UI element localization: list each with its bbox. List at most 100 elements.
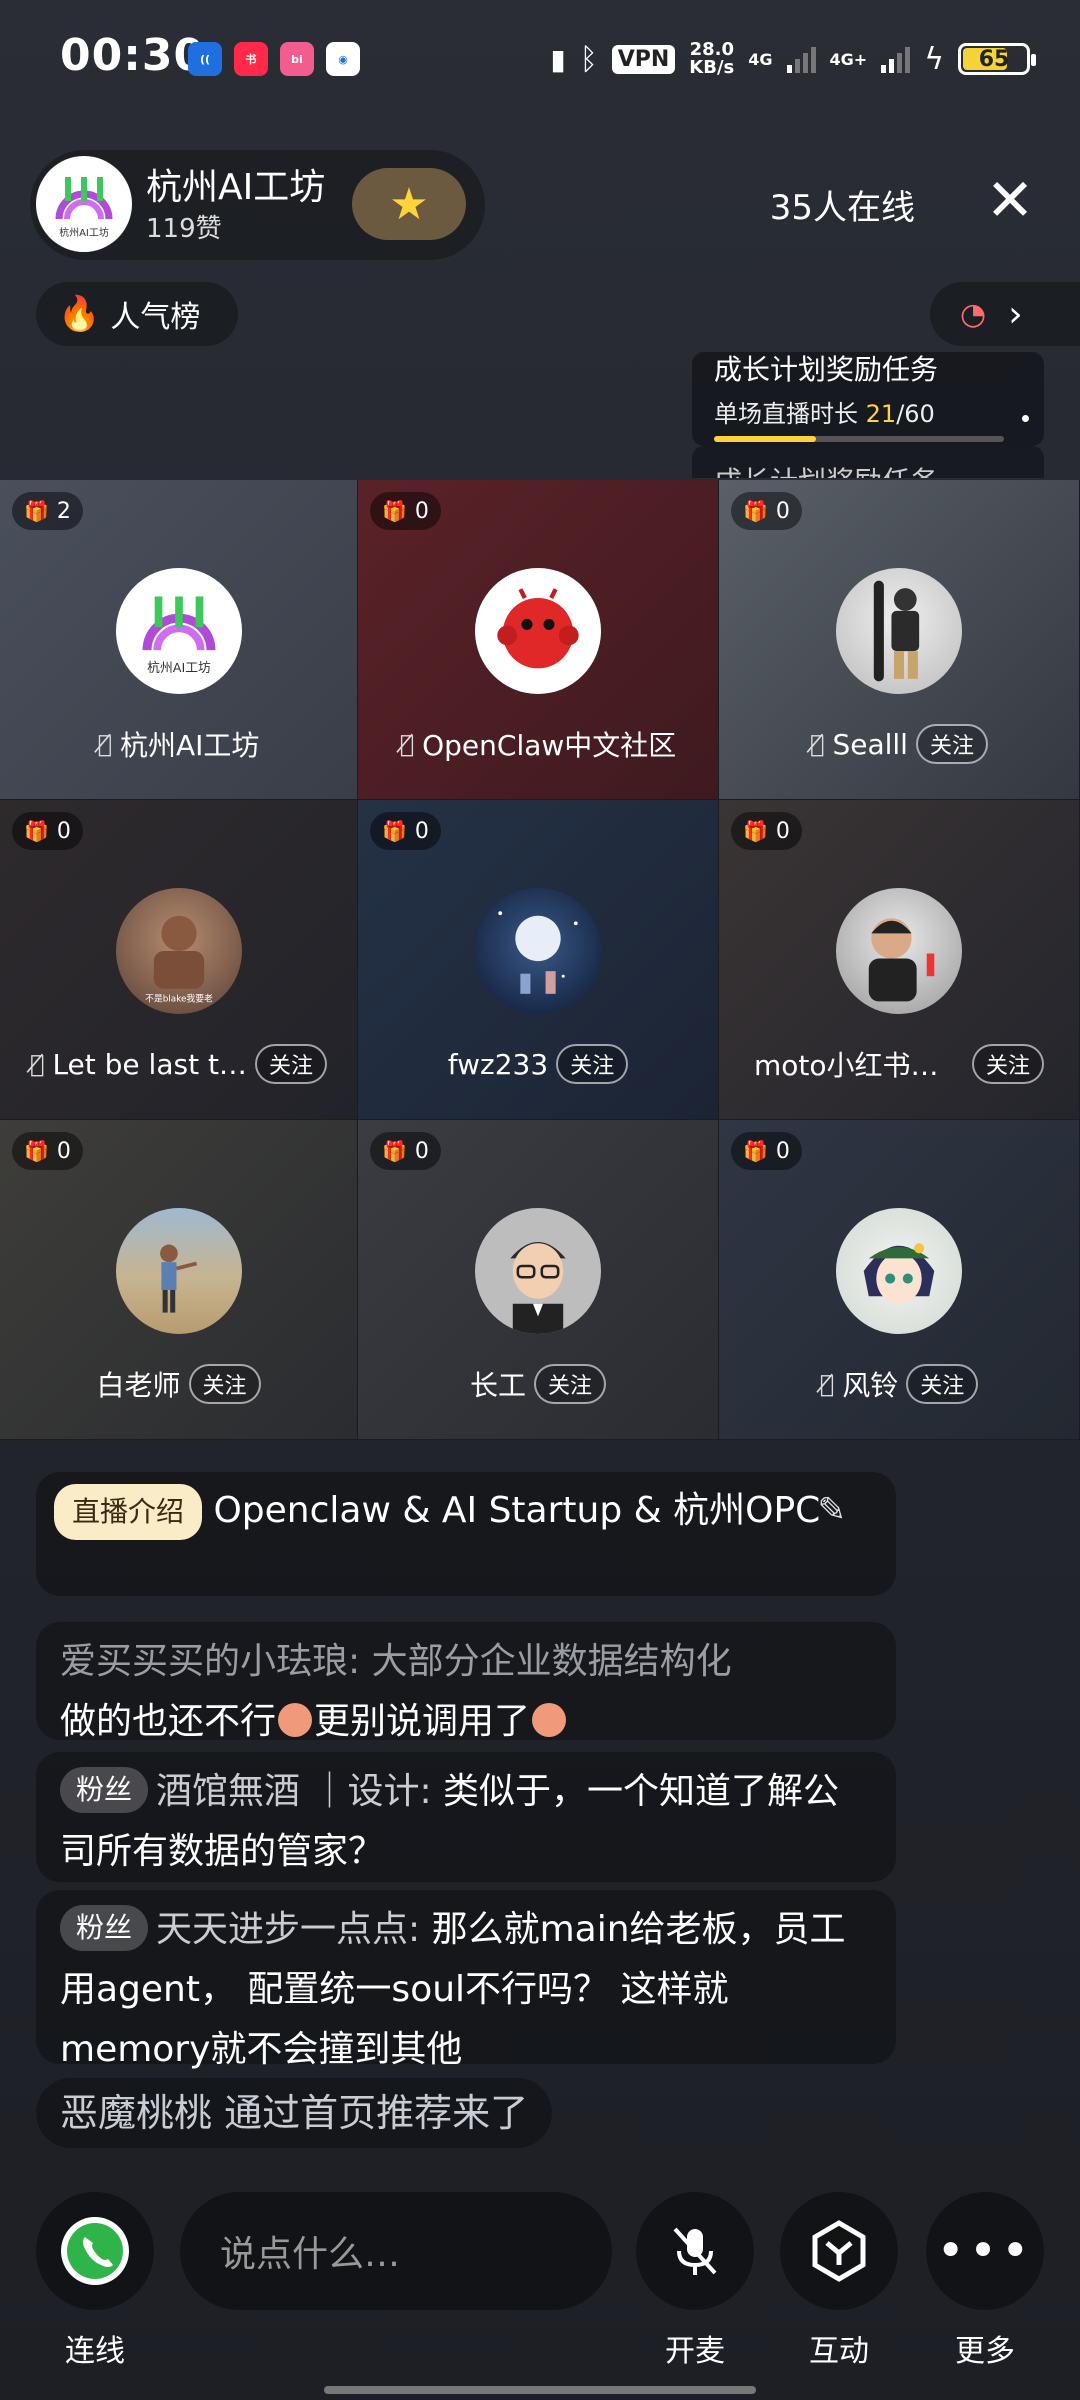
edit-icon[interactable]: ✎ bbox=[818, 1490, 847, 1530]
mic-off-icon: 🎙̸ bbox=[97, 730, 112, 758]
bilibili-icon: bi bbox=[280, 42, 314, 76]
participant-tile[interactable]: 🎁 0 moto小红书非… 关注 bbox=[719, 800, 1080, 1120]
interact-button[interactable] bbox=[780, 2192, 898, 2310]
xiaohongshu-icon: 书 bbox=[234, 42, 268, 76]
mic-button[interactable] bbox=[636, 2192, 754, 2310]
gift-count-badge: 🎁 0 bbox=[12, 812, 83, 850]
interact-label: 互动 bbox=[809, 2334, 869, 2369]
popularity-label: 人气榜 bbox=[110, 300, 201, 335]
participant-tile[interactable]: 🎁 0 fwz233 关注 bbox=[358, 800, 719, 1120]
avatar bbox=[475, 1208, 601, 1334]
participant-name: 杭州AI工坊 bbox=[119, 729, 260, 762]
participant-tile[interactable]: 🎁 0 不是blake我要老 🎙̸ Let be last t… 关注 bbox=[0, 800, 358, 1120]
chat-user: 天天进步一点点: bbox=[156, 1909, 432, 1950]
more-icon: ••• bbox=[936, 2223, 1034, 2279]
gift-count-badge: 🎁 0 bbox=[731, 492, 802, 530]
participant-tile[interactable]: 🎁 2 杭州AI工坊 🎙̸ 杭州AI工坊 bbox=[0, 480, 358, 800]
network-status-button[interactable]: ◔ › bbox=[930, 282, 1080, 346]
person-photo-icon bbox=[159, 1244, 197, 1313]
gift-count-badge: 🎁 0 bbox=[731, 812, 802, 850]
anime-character-icon bbox=[863, 1243, 935, 1304]
gift-icon: 🎁 bbox=[382, 819, 407, 843]
entry-notification: 恶魔桃桃 通过首页推荐来了 bbox=[36, 2078, 553, 2148]
connect-label: 连线 bbox=[65, 2334, 125, 2369]
follow-button[interactable]: 关注 bbox=[534, 1364, 607, 1404]
chat-text: 大部分企业数据结构化 bbox=[371, 1641, 732, 1682]
avatar bbox=[836, 1208, 962, 1334]
follow-button[interactable]: 关注 bbox=[254, 1044, 327, 1084]
avatar bbox=[115, 1208, 242, 1334]
growth-task-card[interactable]: 成长计划奖励任务 单场直播时长 21/60 bbox=[692, 352, 1044, 446]
status-time: 00:30 bbox=[60, 30, 206, 81]
task-next-title: 成长计划奖励任务 bbox=[714, 460, 938, 478]
signal-icon-2 bbox=[881, 45, 911, 73]
vpn-badge: VPN bbox=[611, 44, 676, 74]
gift-icon: 🎁 bbox=[382, 499, 407, 523]
moon-icon bbox=[498, 911, 578, 994]
chat-message[interactable]: 粉丝 酒馆無酒 ｜设计: 类似于，一个知道了解公司所有数据的管家？ bbox=[36, 1752, 896, 1882]
participant-name: Let be last t… bbox=[52, 1047, 247, 1081]
svg-text:不是blake我要老: 不是blake我要老 bbox=[145, 992, 213, 1004]
participant-name-row: 🎙̸ Sealll 关注 bbox=[719, 724, 1079, 764]
status-bar: 00:30 (( 书 bi ◉ ▮ ᛒ VPN 28.0 KB/s 4G 4G+ … bbox=[0, 0, 1080, 110]
person-snowboard-icon bbox=[873, 580, 920, 682]
person-photo-icon: 不是blake我要老 bbox=[145, 915, 213, 1004]
app-notification-icon: (( bbox=[188, 42, 222, 76]
gift-icon: 🎁 bbox=[743, 819, 768, 843]
participant-tile[interactable]: 🎁 0 白老师 关注 bbox=[0, 1120, 358, 1440]
chat-user: 酒馆無酒 ｜设计: bbox=[156, 1771, 444, 1812]
follow-button[interactable]: 关注 bbox=[556, 1044, 629, 1084]
chat-text-cont-2: 更别说调用了 bbox=[314, 1701, 531, 1742]
participant-name-row: 🎙̸ Let be last t… 关注 bbox=[0, 1044, 357, 1084]
popularity-rank-button[interactable]: 🔥 人气榜 bbox=[36, 282, 238, 346]
fan-badge: 粉丝 bbox=[60, 1767, 149, 1813]
gift-count-badge: 🎁 0 bbox=[731, 1132, 802, 1170]
gift-icon: 🎁 bbox=[743, 1139, 768, 1163]
room-avatar[interactable]: 杭州AI工坊 bbox=[36, 156, 132, 252]
mic-off-icon: 🎙̸ bbox=[30, 1050, 45, 1078]
follow-button[interactable]: 关注 bbox=[188, 1364, 261, 1404]
connect-button[interactable] bbox=[36, 2192, 154, 2310]
participant-tile[interactable]: 🎁 0 长工 关注 bbox=[358, 1120, 719, 1440]
chat-message[interactable]: 爱买买买的小珐琅: 大部分企业数据结构化 做的也还不行 更别说调用了 bbox=[36, 1622, 896, 1742]
phone-icon bbox=[61, 2217, 129, 2285]
participant-name: Sealll bbox=[832, 727, 908, 761]
room-name: 杭州AI工坊 bbox=[146, 167, 326, 208]
participant-tile[interactable]: 🎁 0 🎙̸ 风铃 关注 bbox=[719, 1120, 1080, 1440]
room-likes: 119赞 bbox=[146, 214, 222, 244]
online-count[interactable]: 35人在线 bbox=[770, 180, 915, 229]
svg-text:杭州AI工坊: 杭州AI工坊 bbox=[59, 226, 109, 239]
participant-name-row: 🎙̸ OpenClaw中文社区 bbox=[358, 724, 718, 764]
chat-message[interactable]: 粉丝 天天进步一点点: 那么就main给老板，员工用agent， 配置统一soul… bbox=[36, 1890, 896, 2070]
task-progress-bar bbox=[714, 436, 1004, 442]
follow-button[interactable]: 关注 bbox=[906, 1364, 979, 1404]
stream-intro-card[interactable]: 直播介绍 Openclaw & AI Startup & 杭州OPC ✎ bbox=[36, 1472, 896, 1596]
sticker-icon bbox=[532, 1703, 567, 1737]
fire-icon: 🔥 bbox=[58, 294, 101, 334]
participant-name-row: fwz233 关注 bbox=[358, 1044, 718, 1084]
more-button[interactable]: ••• bbox=[926, 2192, 1044, 2310]
intro-tag: 直播介绍 bbox=[54, 1484, 203, 1540]
star-badge-icon[interactable]: ★ bbox=[352, 168, 466, 240]
participant-tile[interactable]: 🎁 0 🎙̸ Sealll 关注 bbox=[719, 480, 1080, 800]
avatar bbox=[836, 888, 962, 1014]
wifi-icon: ◔ bbox=[960, 296, 987, 332]
mic-off-icon: 🎙̸ bbox=[819, 1370, 835, 1398]
close-button[interactable]: ✕ bbox=[978, 170, 1042, 234]
gift-icon: 🎁 bbox=[743, 499, 768, 523]
participant-name-row: 长工 关注 bbox=[358, 1364, 718, 1404]
follow-button[interactable]: 关注 bbox=[915, 724, 988, 764]
task-title: 成长计划奖励任务 bbox=[714, 353, 939, 386]
gift-count-badge: 🎁 0 bbox=[12, 1132, 83, 1170]
network-type-2: 4G+ bbox=[829, 49, 868, 69]
chat-input[interactable]: 说点什么… bbox=[180, 2192, 612, 2310]
participant-tile[interactable]: 🎁 0 🎙̸ OpenClaw中文社区 bbox=[358, 480, 719, 800]
growth-task-card-next[interactable]: 成长计划奖励任务 bbox=[692, 446, 1044, 478]
follow-button[interactable]: 关注 bbox=[971, 1044, 1044, 1084]
avatar bbox=[475, 568, 601, 694]
mic-off-icon: 🎙̸ bbox=[810, 730, 825, 758]
home-indicator[interactable] bbox=[324, 2386, 756, 2394]
participant-name-row: 🎙̸ 杭州AI工坊 bbox=[0, 724, 357, 764]
gift-icon: 🎁 bbox=[24, 499, 49, 523]
participant-grid: 🎁2 杭州AI工坊 🎙̸杭州AI工坊 🎁0 🎙̸OpenClaw中文社区 bbox=[0, 480, 1080, 1440]
